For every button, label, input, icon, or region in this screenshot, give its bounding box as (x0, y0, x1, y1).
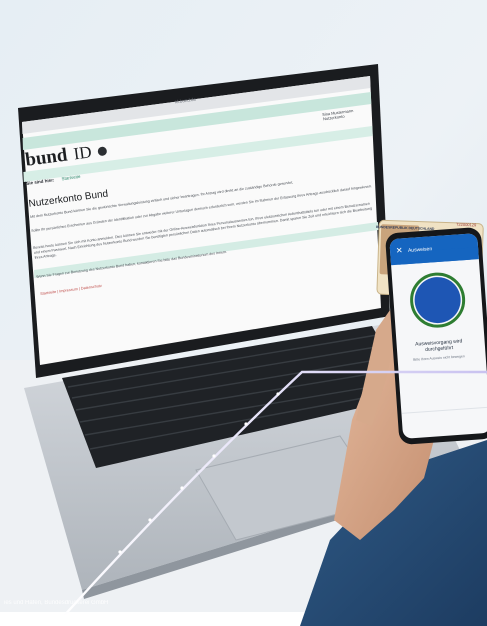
logo-suffix: ID (72, 142, 93, 164)
logo-text: bund (24, 144, 69, 171)
logo-badge-icon (97, 146, 108, 157)
photo-copyright: ies und Hafen, Bundesdruckerei GmbH (4, 600, 109, 606)
photo-scene (0, 0, 487, 626)
app-back-icon[interactable]: ✕ (396, 246, 403, 255)
id-card-number: T22000129 (455, 221, 477, 228)
smartphone (385, 227, 487, 445)
